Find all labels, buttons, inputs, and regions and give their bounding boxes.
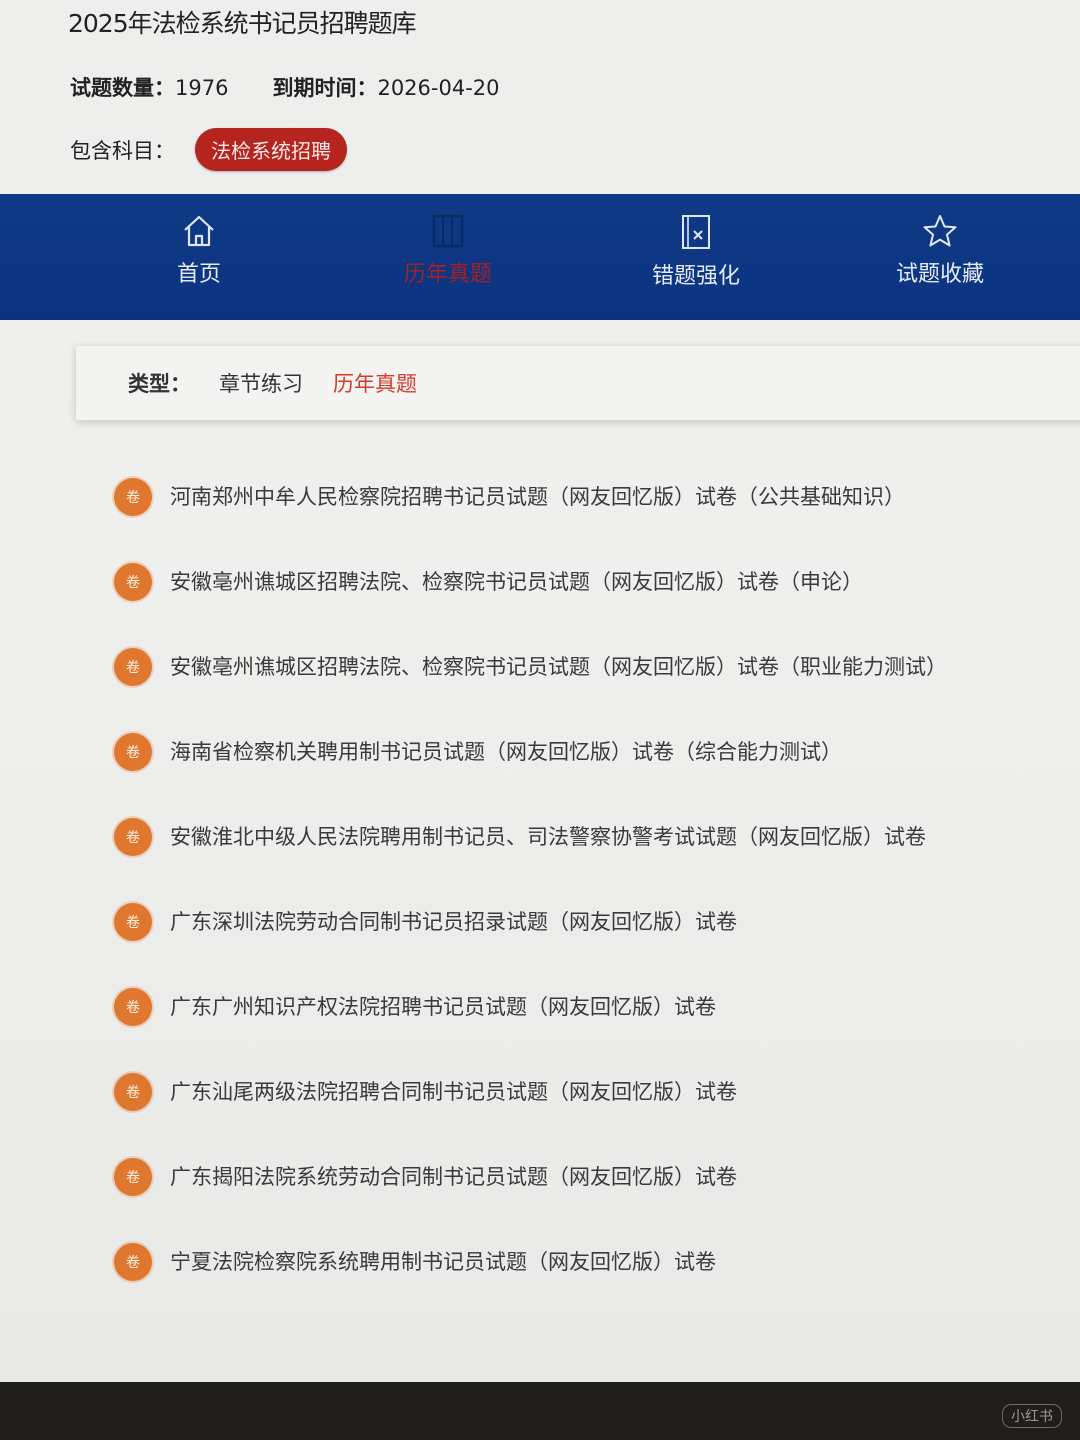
expire-date-value: 2026-04-20 — [377, 76, 500, 100]
list-item[interactable]: 卷 广东揭阳法院系统劳动合同制书记员试题（网友回忆版）试卷 — [114, 1158, 1074, 1243]
bank-meta-row: 试题数量：1976 到期时间：2026-04-20 — [70, 72, 500, 102]
question-count-label: 试题数量： — [70, 76, 175, 100]
list-item[interactable]: 卷 海南省检察机关聘用制书记员试题（网友回忆版）试卷（综合能力测试） — [114, 733, 1074, 818]
paper-badge-icon: 卷 — [114, 903, 152, 941]
exam-title[interactable]: 安徽亳州谯城区招聘法院、检察院书记员试题（网友回忆版）试卷（职业能力测试） — [170, 648, 947, 686]
page-title: 2025年法检系统书记员招聘题库 — [68, 9, 417, 38]
expire-date: 到期时间：2026-04-20 — [272, 72, 499, 102]
exam-title[interactable]: 广东揭阳法院系统劳动合同制书记员试题（网友回忆版）试卷 — [170, 1158, 737, 1196]
home-icon — [184, 215, 214, 247]
exam-list: 卷 河南郑州中牟人民检察院招聘书记员试题（网友回忆版）试卷（公共基础知识） 卷 … — [114, 478, 1074, 1328]
list-item[interactable]: 卷 广东广州知识产权法院招聘书记员试题（网友回忆版）试卷 — [114, 988, 1074, 1073]
exam-title[interactable]: 安徽淮北中级人民法院聘用制书记员、司法警察协警考试试题（网友回忆版）试卷 — [170, 818, 926, 856]
nav-item-home[interactable]: 首页 — [129, 212, 269, 288]
paper-badge-icon: 卷 — [114, 988, 152, 1026]
monitor-bezel: 小红书 — [0, 1382, 1080, 1440]
type-filter: 类型： 章节练习 历年真题 — [76, 346, 1080, 420]
nav-item-favorites[interactable]: 试题收藏 — [870, 212, 1010, 288]
exam-paper-icon — [432, 214, 464, 248]
paper-badge-icon: 卷 — [114, 1158, 152, 1196]
type-filter-label: 类型： — [128, 372, 191, 396]
app-screen: 2025年法检系统书记员招聘题库 试题数量：1976 到期时间：2026-04-… — [0, 0, 1080, 1382]
exam-title[interactable]: 广东深圳法院劳动合同制书记员招录试题（网友回忆版）试卷 — [170, 903, 737, 941]
list-item[interactable]: 卷 安徽亳州谯城区招聘法院、检察院书记员试题（网友回忆版）试卷（职业能力测试） — [114, 648, 1074, 733]
nav-label-past-exams: 历年真题 — [403, 262, 492, 287]
nav-label-favorites: 试题收藏 — [895, 262, 984, 287]
subject-label: 包含科目： — [70, 138, 175, 163]
exam-title[interactable]: 宁夏法院检察院系统聘用制书记员试题（网友回忆版）试卷 — [170, 1243, 716, 1281]
type-option-chapter-practice[interactable]: 章节练习 — [219, 368, 303, 398]
question-count-value: 1976 — [175, 76, 229, 100]
paper-badge-icon: 卷 — [114, 1073, 152, 1111]
exam-title[interactable]: 安徽亳州谯城区招聘法院、检察院书记员试题（网友回忆版）试卷（申论） — [170, 563, 863, 601]
wrong-question-icon — [682, 215, 710, 249]
list-item[interactable]: 卷 河南郑州中牟人民检察院招聘书记员试题（网友回忆版）试卷（公共基础知识） — [114, 478, 1074, 563]
exam-title[interactable]: 河南郑州中牟人民检察院招聘书记员试题（网友回忆版）试卷（公共基础知识） — [170, 478, 905, 516]
nav-item-wrong-questions[interactable]: 错题强化 — [626, 212, 766, 290]
subject-row: 包含科目： 法检系统招聘 — [70, 128, 347, 171]
main-nav: 首页 历年真题 错题强化 试题收藏 — [0, 194, 1080, 320]
nav-label-home: 首页 — [176, 262, 221, 287]
exam-title[interactable]: 广东汕尾两级法院招聘合同制书记员试题（网友回忆版）试卷 — [170, 1073, 737, 1111]
expire-date-label: 到期时间： — [272, 76, 378, 100]
list-item[interactable]: 卷 广东深圳法院劳动合同制书记员招录试题（网友回忆版）试卷 — [114, 903, 1074, 988]
list-item[interactable]: 卷 宁夏法院检察院系统聘用制书记员试题（网友回忆版）试卷 — [114, 1243, 1074, 1328]
question-count: 试题数量：1976 — [70, 72, 228, 102]
exam-title[interactable]: 广东广州知识产权法院招聘书记员试题（网友回忆版）试卷 — [170, 988, 716, 1026]
nav-label-wrong-questions: 错题强化 — [651, 264, 740, 289]
exam-title[interactable]: 海南省检察机关聘用制书记员试题（网友回忆版）试卷（综合能力测试） — [170, 733, 842, 771]
paper-badge-icon: 卷 — [114, 1243, 152, 1281]
star-icon — [923, 215, 957, 247]
list-item[interactable]: 卷 广东汕尾两级法院招聘合同制书记员试题（网友回忆版）试卷 — [114, 1073, 1074, 1158]
paper-badge-icon: 卷 — [114, 733, 152, 771]
paper-badge-icon: 卷 — [114, 648, 152, 686]
paper-badge-icon: 卷 — [114, 563, 152, 601]
paper-badge-icon: 卷 — [114, 478, 152, 516]
type-option-past-exams[interactable]: 历年真题 — [333, 368, 417, 398]
nav-item-past-exams[interactable]: 历年真题 — [378, 212, 518, 288]
paper-badge-icon: 卷 — [114, 818, 152, 856]
list-item[interactable]: 卷 安徽亳州谯城区招聘法院、检察院书记员试题（网友回忆版）试卷（申论） — [114, 563, 1074, 648]
subject-tag[interactable]: 法检系统招聘 — [195, 128, 347, 171]
list-item[interactable]: 卷 安徽淮北中级人民法院聘用制书记员、司法警察协警考试试题（网友回忆版）试卷 — [114, 818, 1074, 903]
watermark: 小红书 — [1002, 1404, 1062, 1428]
